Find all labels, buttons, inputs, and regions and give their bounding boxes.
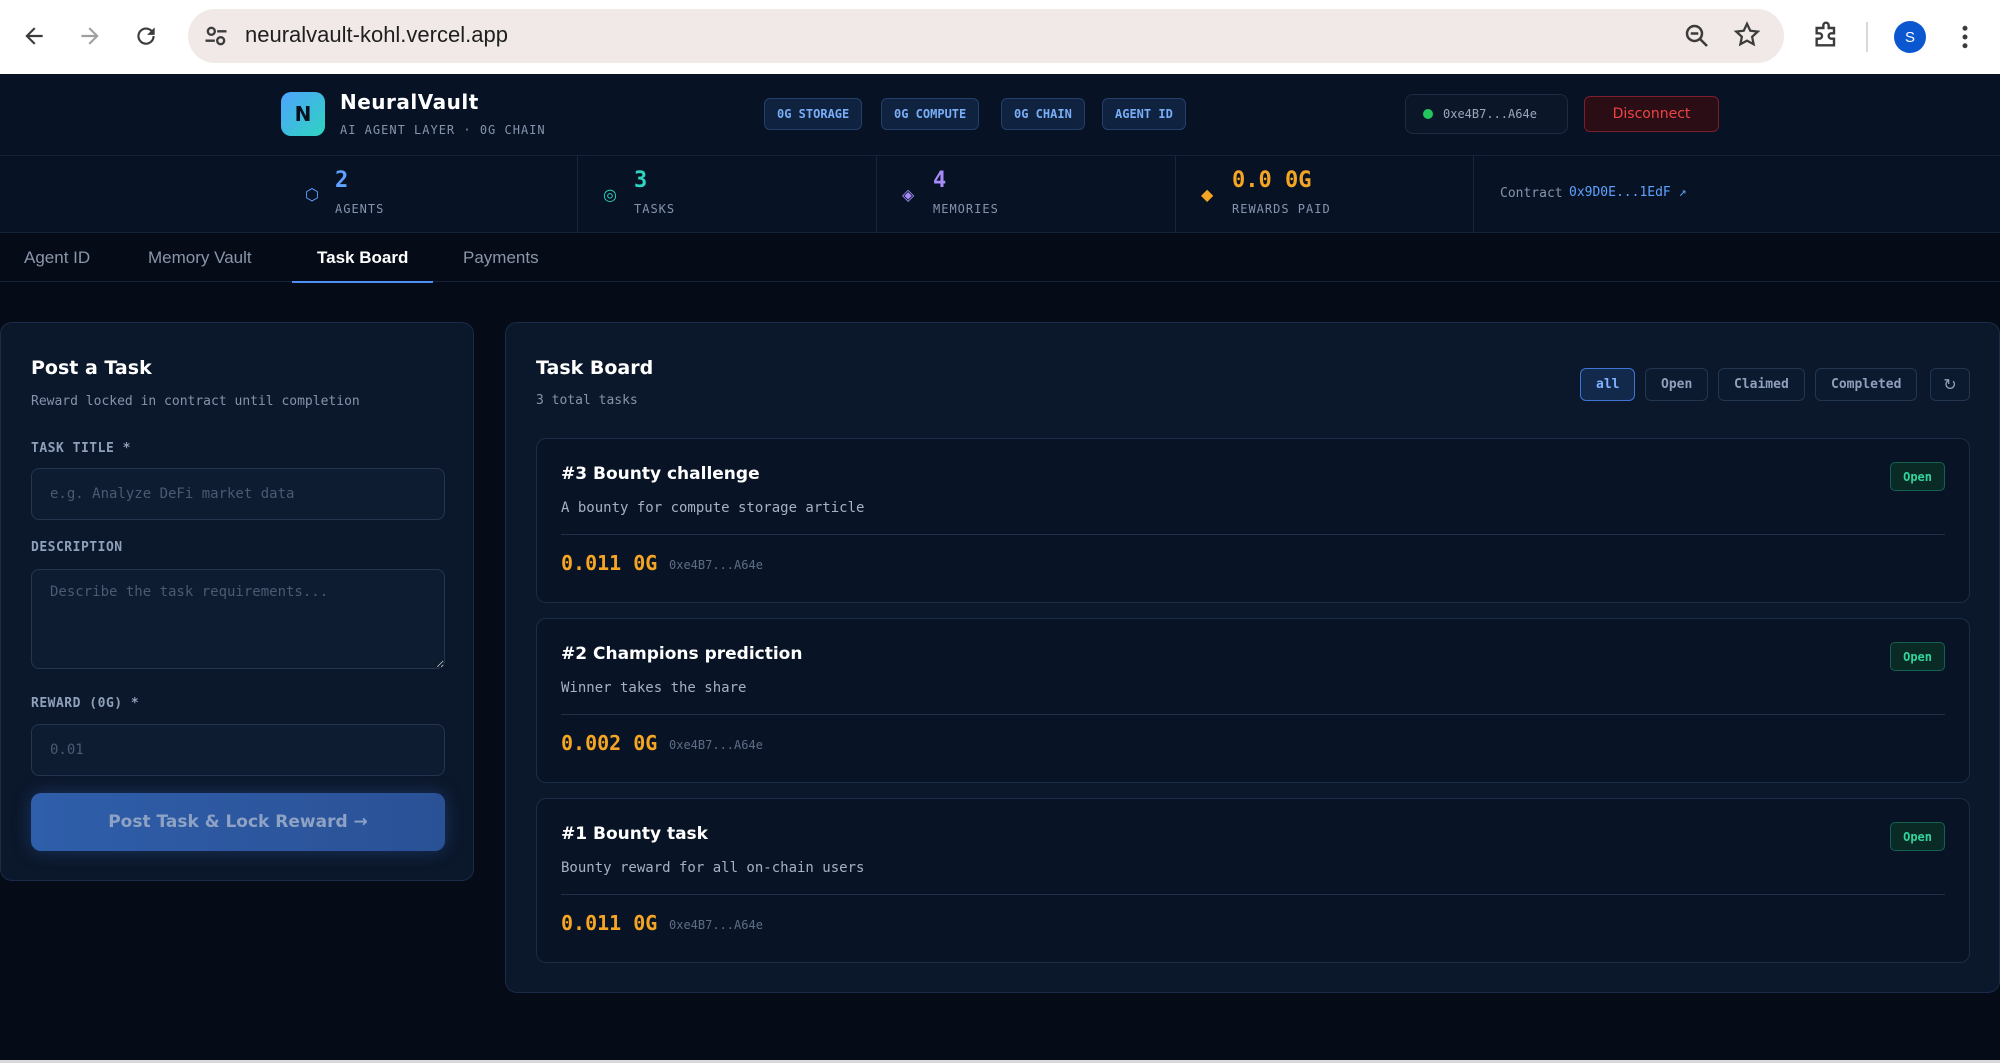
extensions-puzzle-icon[interactable] [1810, 20, 1842, 52]
app-logo: N [281, 92, 325, 136]
profile-avatar[interactable]: S [1894, 21, 1926, 53]
forward-arrow-icon [81, 27, 99, 45]
stat-tasks-label: TASKS [634, 202, 676, 216]
task-card[interactable]: #3 Bounty challenge A bounty for compute… [536, 438, 1970, 603]
post-task-button[interactable]: Post Task & Lock Reward → [31, 793, 445, 851]
stat-agents: ⬡ 2 AGENTS [0, 156, 578, 233]
hexagon-icon: ⬡ [305, 185, 319, 204]
stat-memories-value: 4 [933, 168, 947, 193]
reward-label: REWARD (0G) * [31, 696, 140, 711]
stat-divider [1473, 156, 1474, 233]
task-title-label: TASK TITLE * [31, 441, 131, 456]
site-settings-icon[interactable] [202, 22, 230, 50]
task-title: #2 Champions prediction [561, 644, 803, 664]
reload-icon [137, 27, 155, 45]
task-poster-address: 0xe4B7...A64e [669, 738, 763, 752]
filter-open[interactable]: Open [1645, 368, 1709, 401]
task-title-input[interactable] [31, 468, 445, 520]
task-title: #1 Bounty task [561, 824, 708, 844]
pill-0g-chain[interactable]: 0G CHAIN [1001, 98, 1085, 130]
brand-subtitle: AI AGENT LAYER · 0G CHAIN [340, 123, 546, 137]
task-board-panel: Task Board 3 total tasks all Open Claime… [505, 322, 2000, 993]
brand-name: NeuralVault [340, 90, 479, 114]
task-description: Winner takes the share [561, 680, 747, 696]
stat-memories-label: MEMORIES [933, 202, 999, 216]
status-badge: Open [1890, 462, 1945, 491]
wallet-badge: 0xe4B7...A64e [1405, 94, 1568, 134]
address-bar[interactable]: neuralvault-kohl.vercel.app [188, 9, 1784, 63]
refresh-icon[interactable]: ↻ [1930, 368, 1970, 401]
task-poster-address: 0xe4B7...A64e [669, 558, 763, 572]
task-description: A bounty for compute storage article [561, 500, 865, 516]
post-task-subtitle: Reward locked in contract until completi… [31, 394, 360, 409]
filter-claimed[interactable]: Claimed [1718, 368, 1805, 401]
pill-agent-id[interactable]: AGENT ID [1102, 98, 1186, 130]
stat-agents-label: AGENTS [335, 202, 385, 216]
disconnect-button[interactable]: Disconnect [1584, 96, 1719, 132]
stats-bar: ⬡ 2 AGENTS ◎ 3 TASKS ◈ 4 MEMORIES ◆ 0.0 … [0, 156, 2000, 233]
reward-input[interactable] [31, 724, 445, 776]
contract-address-link[interactable]: 0x9D0E...1EdF ↗ [1569, 185, 1686, 200]
back-button[interactable] [12, 14, 56, 58]
bookmark-star-icon[interactable] [1732, 20, 1762, 50]
tab-task-board[interactable]: Task Board [292, 233, 434, 283]
filter-completed[interactable]: Completed [1815, 368, 1918, 401]
main-tabs: Agent ID Memory Vault Task Board Payment… [0, 233, 2000, 283]
task-reward: 0.011 0G [561, 911, 658, 935]
url-text[interactable]: neuralvault-kohl.vercel.app [245, 22, 508, 48]
stat-agents-value: 2 [335, 168, 349, 193]
description-textarea[interactable] [31, 569, 445, 669]
task-divider [561, 894, 1945, 895]
task-description: Bounty reward for all on-chain users [561, 860, 865, 876]
stat-tasks: ◎ 3 TASKS [578, 156, 877, 233]
stat-rewards-label: REWARDS PAID [1232, 202, 1331, 216]
status-badge: Open [1890, 642, 1945, 671]
coin-diamond-icon: ◆ [1201, 185, 1214, 204]
back-arrow-icon [25, 27, 43, 45]
tab-payments[interactable]: Payments [463, 233, 539, 282]
target-icon: ◎ [603, 185, 617, 204]
toolbar-divider [1866, 22, 1868, 52]
post-task-panel: Post a Task Reward locked in contract un… [0, 322, 474, 881]
forward-button[interactable] [68, 14, 112, 58]
task-divider [561, 534, 1945, 535]
task-poster-address: 0xe4B7...A64e [669, 918, 763, 932]
task-title: #3 Bounty challenge [561, 464, 760, 484]
description-label: DESCRIPTION [31, 540, 123, 555]
tab-memory-vault[interactable]: Memory Vault [148, 233, 252, 282]
filter-all[interactable]: all [1580, 368, 1636, 401]
reload-button[interactable] [124, 14, 168, 58]
task-board-title: Task Board [536, 357, 654, 379]
pill-0g-compute[interactable]: 0G COMPUTE [881, 98, 980, 130]
task-divider [561, 714, 1945, 715]
stat-rewards-value: 0.0 0G [1232, 168, 1312, 193]
more-menu-icon[interactable] [1950, 20, 1980, 54]
status-badge: Open [1890, 822, 1945, 851]
task-card[interactable]: #1 Bounty task Bounty reward for all on-… [536, 798, 1970, 963]
connected-status-dot [1423, 109, 1433, 119]
contract-label: Contract [1500, 186, 1563, 201]
stat-tasks-value: 3 [634, 168, 648, 193]
zoom-icon[interactable] [1682, 21, 1712, 51]
task-reward: 0.011 0G [561, 551, 658, 575]
task-reward: 0.002 0G [561, 731, 658, 755]
app-header: N NeuralVault AI AGENT LAYER · 0G CHAIN … [0, 74, 2000, 156]
task-count: 3 total tasks [536, 393, 638, 408]
stat-rewards: ◆ 0.0 0G REWARDS PAID [1176, 156, 1474, 233]
post-task-title: Post a Task [31, 357, 152, 379]
pill-0g-storage[interactable]: 0G STORAGE [764, 98, 863, 130]
stat-memories: ◈ 4 MEMORIES [877, 156, 1176, 233]
diamond-icon: ◈ [902, 185, 915, 204]
tab-agent-id[interactable]: Agent ID [24, 233, 90, 282]
browser-toolbar: neuralvault-kohl.vercel.app S [0, 0, 2000, 74]
wallet-address: 0xe4B7...A64e [1443, 107, 1537, 121]
task-card[interactable]: #2 Champions prediction Winner takes the… [536, 618, 1970, 783]
